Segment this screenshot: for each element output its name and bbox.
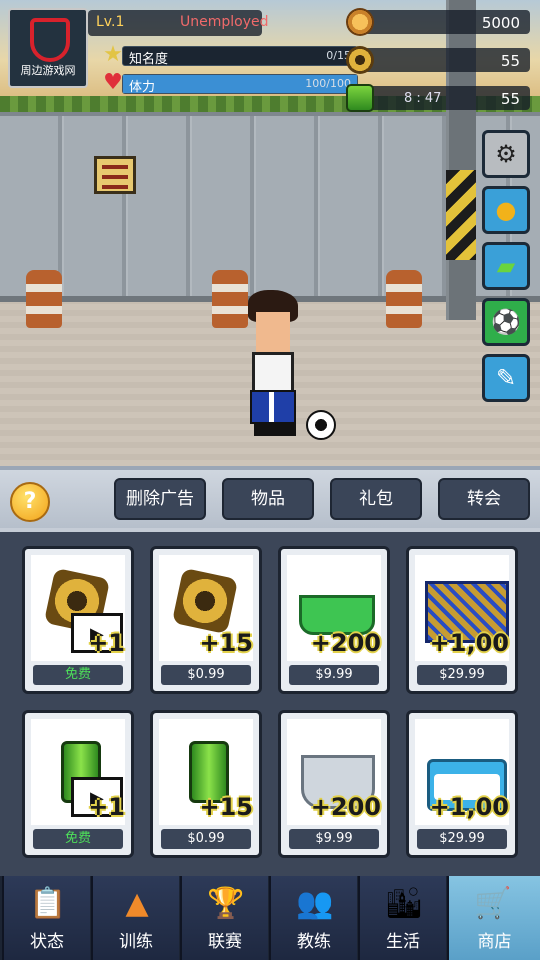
boots-icon: ✎ — [495, 364, 517, 392]
cones-icon: ▲ — [125, 886, 149, 921]
barrier-middle — [212, 270, 248, 328]
token-icon — [346, 46, 374, 74]
ticket-icon: ▰ — [496, 252, 516, 280]
shop-item-tokens-200[interactable]: +200 $9.99 — [278, 546, 390, 694]
nav-training[interactable]: ▲ 训练 — [91, 876, 179, 960]
heart-icon: ♥ — [103, 70, 123, 95]
player-character[interactable] — [244, 290, 300, 442]
nav-league[interactable]: 🏆 联赛 — [180, 876, 268, 960]
item-price: $29.99 — [417, 829, 507, 849]
level-bar: Lv.1 Unemployed — [88, 10, 269, 36]
energy-amount: 55 — [500, 90, 520, 108]
tab-items[interactable]: 物品 — [222, 478, 314, 520]
nav-label: 教练 — [297, 932, 331, 952]
item-quantity: +1,00 — [429, 793, 509, 821]
item-price: 免费 — [33, 829, 123, 849]
ticket-button[interactable]: ▰ — [482, 242, 530, 290]
settings-button[interactable]: ⚙ — [482, 130, 530, 178]
tab-gift-packs[interactable]: 礼包 — [330, 478, 422, 520]
item-quantity: +200 — [310, 793, 381, 821]
item-quantity: +1 — [88, 629, 125, 657]
star-icon: ★ — [103, 42, 123, 67]
profile-logo[interactable]: 周边游戏网 — [8, 8, 88, 88]
nav-shop[interactable]: 🛒 商店 — [447, 876, 540, 960]
gold-counter[interactable]: 5000 — [346, 8, 530, 36]
level-text: Lv.1 — [96, 14, 125, 30]
soccer-ball-icon: ⚽ — [491, 308, 521, 336]
medal-icon: ● — [495, 196, 517, 224]
nav-life[interactable]: 🏙 生活 — [358, 876, 446, 960]
stamina-label: 体力 — [129, 80, 156, 95]
medal-button[interactable]: ● — [482, 186, 530, 234]
item-price: $9.99 — [289, 665, 379, 685]
item-price: $29.99 — [417, 665, 507, 685]
item-quantity: +200 — [310, 629, 381, 657]
shield-icon — [30, 18, 70, 62]
item-price: $0.99 — [161, 665, 251, 685]
clipboard-icon: 📋 — [29, 886, 67, 921]
nav-label: 训练 — [119, 932, 153, 952]
nav-label: 联赛 — [208, 932, 242, 952]
nav-coach[interactable]: 👥 教练 — [269, 876, 357, 960]
shop-item-tokens-15[interactable]: +15 $0.99 — [150, 546, 262, 694]
energy-counter[interactable]: 8 : 47 55 — [346, 84, 530, 112]
shop-item-energy-1000[interactable]: +1,00 $29.99 — [406, 710, 518, 858]
tab-transfer[interactable]: 转会 — [438, 478, 530, 520]
barrier-left — [26, 270, 62, 328]
job-text: Unemployed — [180, 14, 269, 30]
shop-item-energy-free[interactable]: +1 免费 — [22, 710, 134, 858]
bottom-nav: 📋 状态 ▲ 训练 🏆 联赛 👥 教练 🏙 生活 🛒 商店 — [0, 876, 540, 960]
shop-panel: ? 删除广告 物品 礼包 转会 +1 免费 +15 $0.99 +200 $9.… — [0, 466, 540, 876]
city-icon: 🏙 — [384, 886, 424, 921]
nav-label: 状态 — [30, 932, 64, 952]
shop-item-tokens-1000[interactable]: +1,00 $29.99 — [406, 546, 518, 694]
pole-stripe — [446, 170, 476, 260]
item-price: $9.99 — [289, 829, 379, 849]
coaches-icon: 👥 — [296, 886, 334, 921]
nav-label: 生活 — [386, 932, 420, 952]
item-quantity: +15 — [199, 793, 253, 821]
logo-text: 周边游戏网 — [20, 64, 76, 77]
nav-status[interactable]: 📋 状态 — [2, 876, 90, 960]
item-price: $0.99 — [161, 829, 251, 849]
gear-icon: ⚙ — [495, 140, 517, 168]
item-price: 免费 — [33, 665, 123, 685]
gold-amount: 5000 — [481, 14, 520, 32]
nav-label: 商店 — [477, 932, 512, 952]
barrier-right — [386, 270, 422, 328]
soccer-ball-button[interactable]: ⚽ — [482, 298, 530, 346]
shop-item-tokens-free[interactable]: +1 免费 — [22, 546, 134, 694]
token-counter[interactable]: 55 — [346, 46, 530, 74]
fame-label: 知名度 — [129, 52, 169, 67]
energy-drink-icon — [346, 84, 374, 112]
energy-timer: 8 : 47 — [404, 91, 442, 106]
boots-button[interactable]: ✎ — [482, 354, 530, 402]
gold-coin-icon — [346, 8, 374, 36]
shop-item-grid: +1 免费 +15 $0.99 +200 $9.99 +1,00 $29.99 … — [0, 532, 540, 876]
shop-item-energy-15[interactable]: +15 $0.99 — [150, 710, 262, 858]
item-quantity: +15 — [199, 629, 253, 657]
shop-tab-bar: ? 删除广告 物品 礼包 转会 — [0, 470, 540, 528]
shop-item-energy-200[interactable]: +200 $9.99 — [278, 710, 390, 858]
item-quantity: +1 — [88, 793, 125, 821]
item-quantity: +1,00 — [429, 629, 509, 657]
help-button[interactable]: ? — [10, 482, 50, 522]
stamina-value: 100/100 — [305, 77, 351, 90]
trophy-icon: 🏆 — [207, 886, 245, 921]
gold-token-icon — [171, 567, 239, 635]
shopping-cart-icon: 🛒 — [474, 886, 512, 921]
tab-remove-ads[interactable]: 删除广告 — [114, 478, 206, 520]
token-amount: 55 — [500, 52, 520, 70]
wall-sign — [94, 156, 136, 194]
soccer-ball — [306, 410, 336, 440]
